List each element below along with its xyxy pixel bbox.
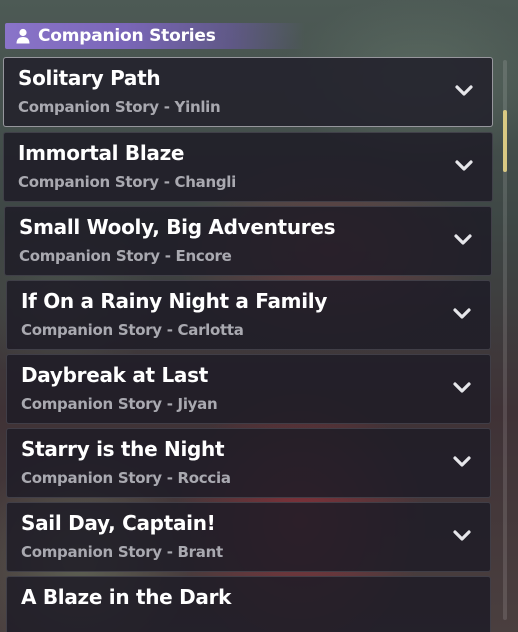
story-title: Immortal Blaze bbox=[18, 141, 185, 165]
story-title: Small Wooly, Big Adventures bbox=[19, 215, 336, 239]
chevron-down-icon[interactable] bbox=[452, 455, 472, 469]
story-subtitle: Companion Story - Changli bbox=[18, 173, 236, 191]
story-card-sail-day-captain[interactable]: Sail Day, Captain! Companion Story - Bra… bbox=[6, 502, 491, 572]
story-subtitle: Companion Story - Yinlin bbox=[18, 98, 221, 116]
story-card-immortal-blaze[interactable]: Immortal Blaze Companion Story - Changli bbox=[3, 132, 493, 202]
story-title: A Blaze in the Dark bbox=[21, 585, 232, 609]
chevron-down-icon[interactable] bbox=[454, 159, 474, 173]
story-title: If On a Rainy Night a Family bbox=[21, 289, 328, 313]
person-icon bbox=[16, 28, 30, 44]
story-subtitle: Companion Story - Roccia bbox=[21, 469, 231, 487]
section-title: Companion Stories bbox=[38, 26, 216, 46]
story-card-small-wooly-big-adventures[interactable]: Small Wooly, Big Adventures Companion St… bbox=[4, 206, 492, 276]
story-card-a-blaze-in-the-dark[interactable]: A Blaze in the Dark bbox=[6, 576, 491, 632]
story-card-starry-is-the-night[interactable]: Starry is the Night Companion Story - Ro… bbox=[6, 428, 491, 498]
story-subtitle: Companion Story - Carlotta bbox=[21, 321, 244, 339]
story-list: Solitary Path Companion Story - Yinlin I… bbox=[0, 56, 500, 632]
section-header: Companion Stories bbox=[5, 23, 305, 49]
story-title: Solitary Path bbox=[18, 66, 161, 90]
story-card-if-on-a-rainy-night[interactable]: If On a Rainy Night a Family Companion S… bbox=[6, 280, 491, 350]
chevron-down-icon[interactable] bbox=[454, 84, 474, 98]
story-subtitle: Companion Story - Brant bbox=[21, 543, 223, 561]
story-title: Sail Day, Captain! bbox=[21, 511, 216, 535]
scrollbar[interactable] bbox=[503, 60, 507, 620]
chevron-down-icon[interactable] bbox=[452, 529, 472, 543]
story-card-solitary-path[interactable]: Solitary Path Companion Story - Yinlin bbox=[3, 57, 493, 127]
chevron-down-icon[interactable] bbox=[453, 233, 473, 247]
chevron-down-icon[interactable] bbox=[452, 307, 472, 321]
story-card-daybreak-at-last[interactable]: Daybreak at Last Companion Story - Jiyan bbox=[6, 354, 491, 424]
story-title: Starry is the Night bbox=[21, 437, 225, 461]
chevron-down-icon[interactable] bbox=[452, 381, 472, 395]
story-subtitle: Companion Story - Encore bbox=[19, 247, 232, 265]
story-subtitle: Companion Story - Jiyan bbox=[21, 395, 218, 413]
scrollbar-thumb[interactable] bbox=[503, 110, 507, 172]
story-title: Daybreak at Last bbox=[21, 363, 208, 387]
